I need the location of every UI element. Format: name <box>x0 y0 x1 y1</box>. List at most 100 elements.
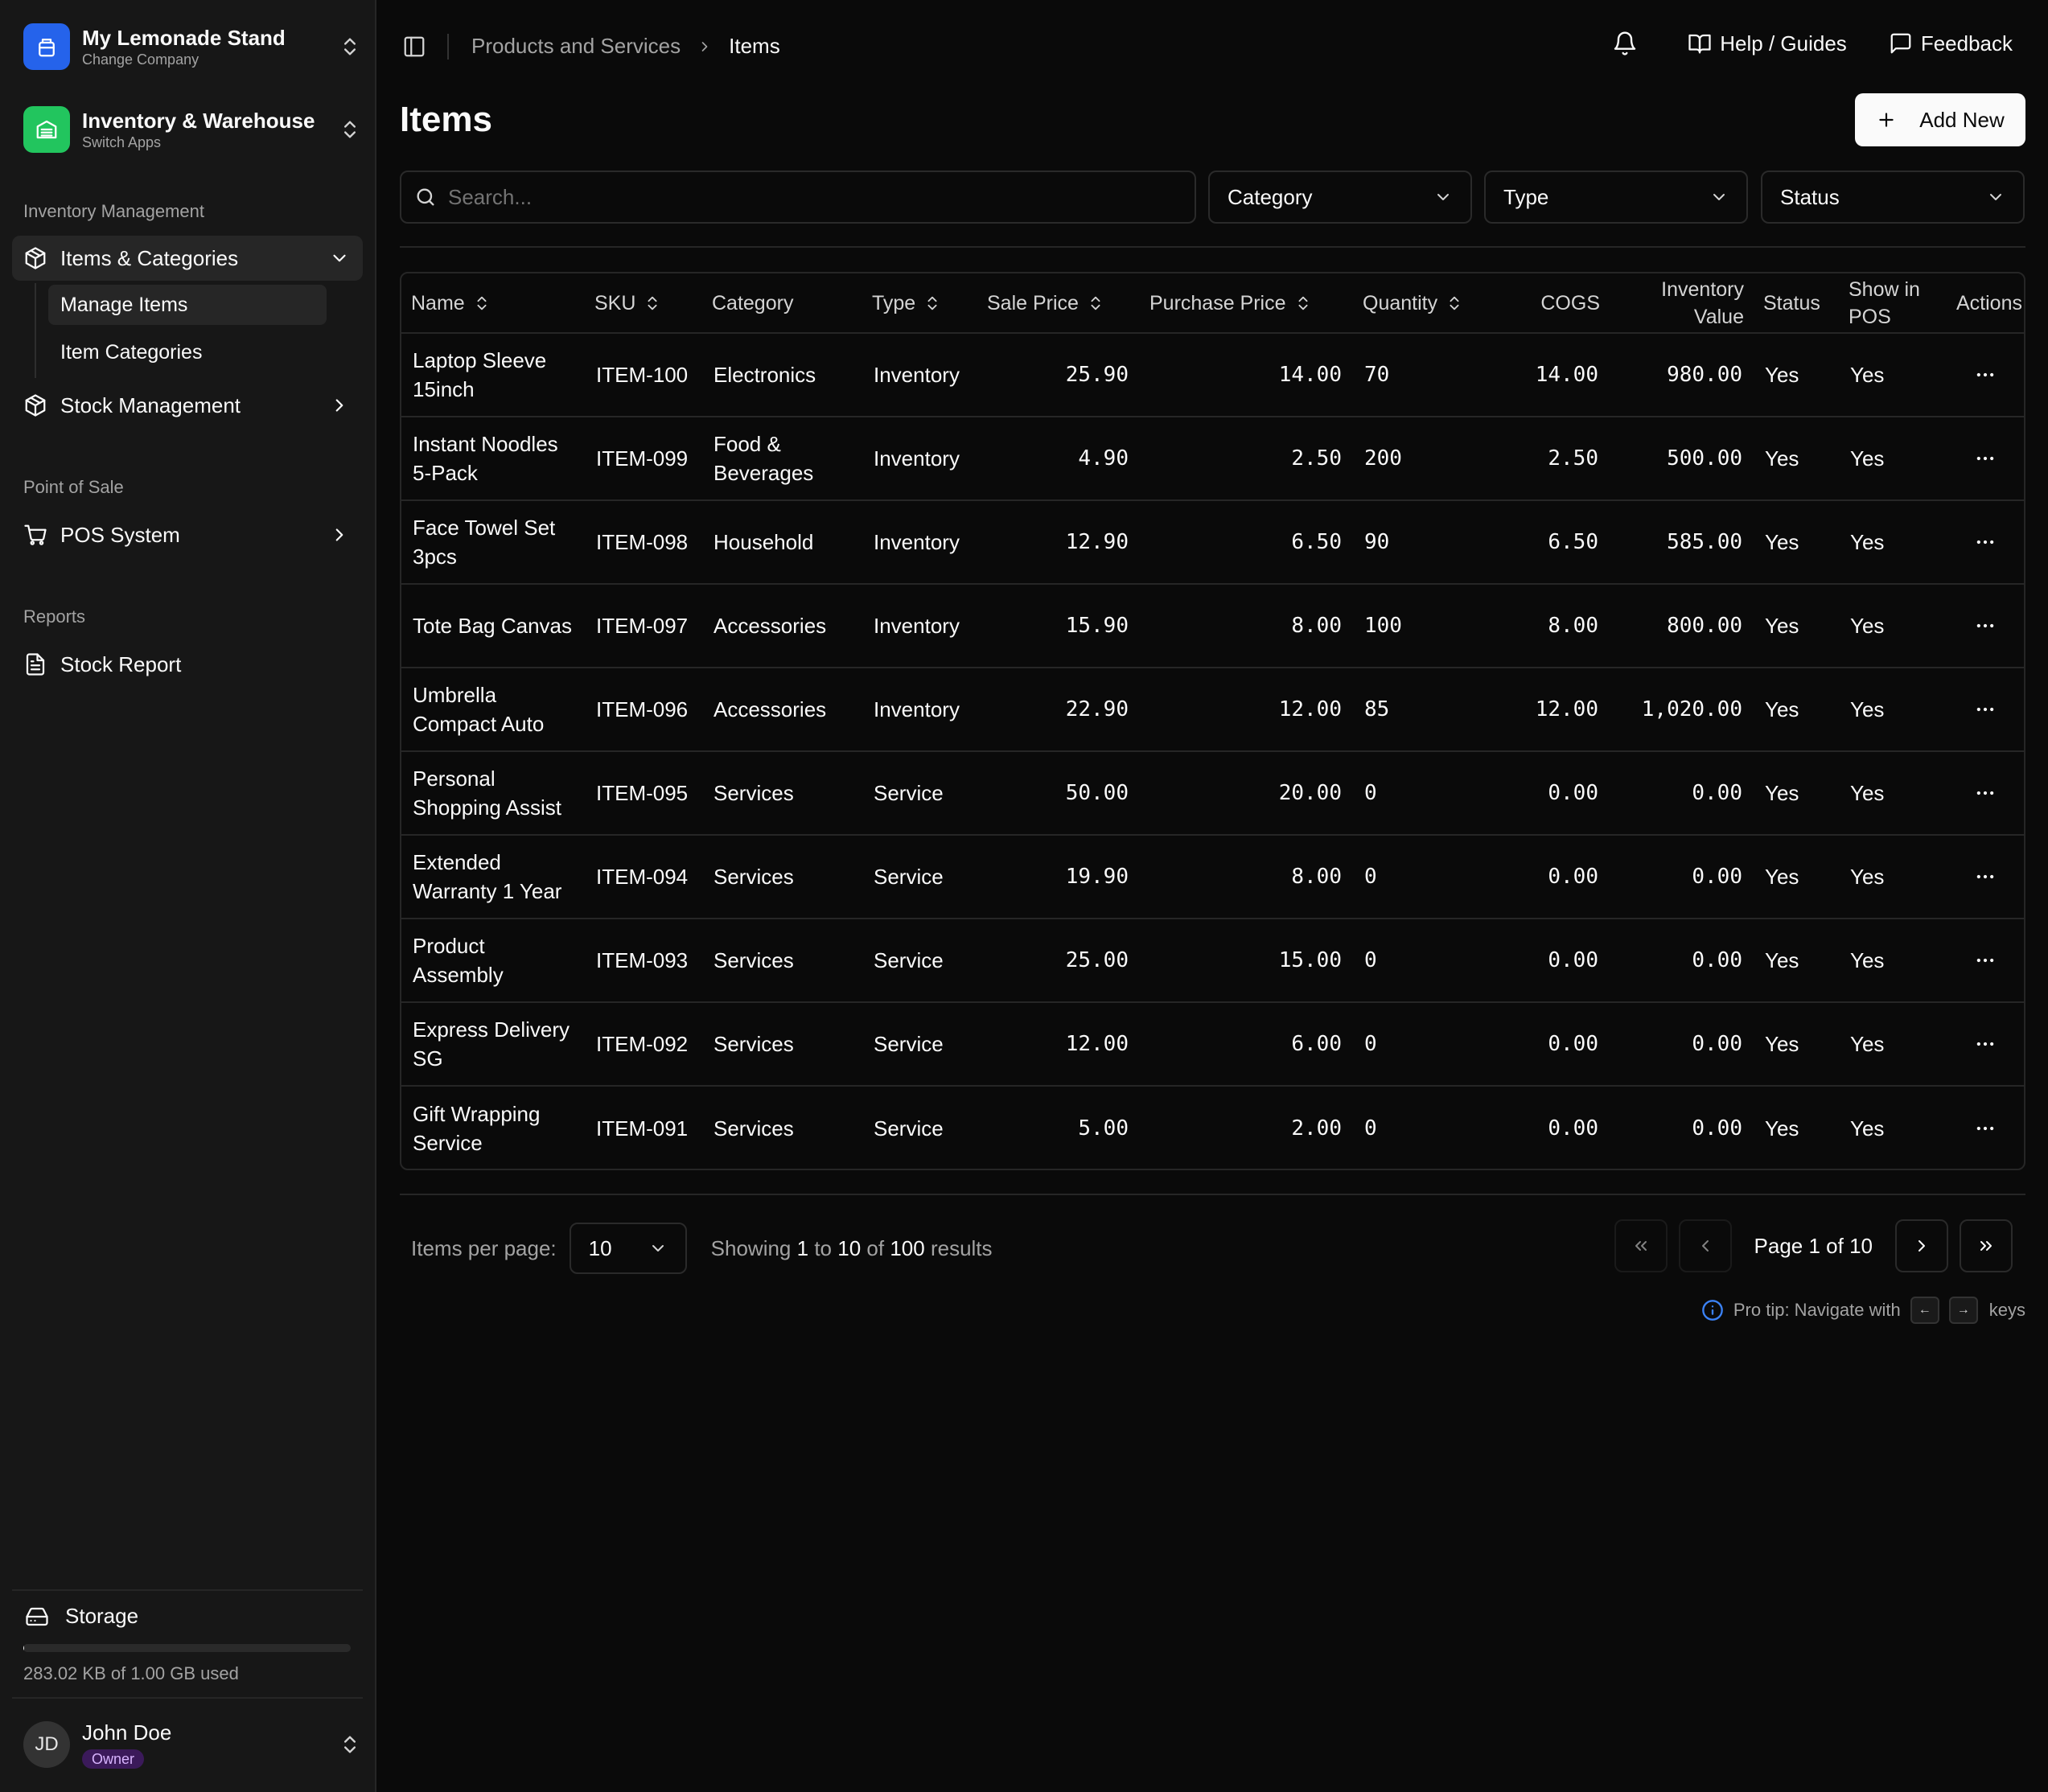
table-row[interactable]: Laptop Sleeve 15inch ITEM-100 Electronics I… <box>401 333 2024 417</box>
sidebar-item-items-categories[interactable]: Items & Categories <box>12 236 363 281</box>
type-filter[interactable]: Type <box>1484 171 1748 224</box>
column-header-purchase-price[interactable]: Purchase Price <box>1140 273 1353 334</box>
row-actions-button[interactable] <box>1958 949 2013 972</box>
sidebar-subitem-manage-items[interactable]: Manage Items <box>48 285 327 325</box>
last-page-button[interactable] <box>1960 1219 2013 1272</box>
cell-quantity: 0 <box>1353 835 1508 919</box>
chevrons-up-down-icon <box>344 1736 356 1753</box>
notifications-button[interactable] <box>1612 31 1646 56</box>
section-label-reports: Reports <box>23 606 86 627</box>
row-actions-button[interactable] <box>1958 531 2013 553</box>
table-row[interactable]: Tote Bag Canvas ITEM-097 Accessories Invent… <box>401 584 2024 668</box>
table-row[interactable]: Extended Warranty 1 Year ITEM-094 Services… <box>401 835 2024 919</box>
column-header-sku[interactable]: SKU <box>585 273 702 334</box>
cell-show-in-pos: Yes <box>1839 835 1947 919</box>
row-actions-button[interactable] <box>1958 1033 2013 1055</box>
sidebar-item-label: Stock Management <box>60 393 241 417</box>
cell-type: Inventory <box>862 584 977 668</box>
showing-to-word: to <box>814 1235 833 1260</box>
cell-sku: ITEM-100 <box>585 333 702 417</box>
cell-purchase-price: 14.00 <box>1140 333 1353 417</box>
items-table: Name SKU Category Type Sale Price Purcha… <box>400 272 2025 1170</box>
chevron-right-icon <box>701 41 708 51</box>
column-header-name[interactable]: Name <box>401 273 585 334</box>
table-row[interactable]: Instant Noodles 5-Pack ITEM-099 Food & Bev… <box>401 417 2024 501</box>
column-header-type[interactable]: Type <box>862 273 977 334</box>
section-label-pos: Point of Sale <box>23 477 124 497</box>
sidebar-item-pos-system[interactable]: POS System <box>12 512 363 557</box>
search-input[interactable] <box>448 184 1172 210</box>
table-row[interactable]: Express Delivery SG ITEM-092 Services Servi… <box>401 1002 2024 1087</box>
row-actions-button[interactable] <box>1958 1117 2013 1140</box>
cell-show-in-pos: Yes <box>1839 919 1947 1003</box>
cell-inventory-value: 800.00 <box>1610 584 1754 668</box>
cell-show-in-pos: Yes <box>1839 1002 1947 1087</box>
app-sub: Switch Apps <box>82 134 162 150</box>
showing-from: 1 <box>796 1235 809 1260</box>
category-filter[interactable]: Category <box>1208 171 1472 224</box>
cell-purchase-price: 8.00 <box>1140 584 1353 668</box>
cell-cogs: 0.00 <box>1508 919 1610 1003</box>
sidebar-item-stock-report[interactable]: Stock Report <box>12 642 363 687</box>
more-horizontal-icon <box>1976 623 1994 628</box>
table-row[interactable]: Gift Wrapping Service ITEM-091 Services Ser… <box>401 1086 2024 1169</box>
feedback-button[interactable]: Feedback <box>1889 31 2013 56</box>
cell-quantity: 85 <box>1353 668 1508 752</box>
row-actions-button[interactable] <box>1958 782 2013 804</box>
previous-page-button[interactable] <box>1678 1219 1732 1272</box>
app-switcher[interactable]: Inventory & Warehouse Switch Apps <box>23 105 361 154</box>
chevron-right-icon <box>335 528 343 541</box>
cart-icon <box>24 524 47 545</box>
cell-sale-price: 19.90 <box>977 835 1140 919</box>
submenu-line <box>35 283 36 378</box>
table-row[interactable]: Personal Shopping Assist ITEM-095 Services… <box>401 751 2024 836</box>
user-menu[interactable]: JD John Doe Owner <box>23 1720 361 1769</box>
cell-type: Service <box>862 751 977 836</box>
box-icon <box>25 247 46 269</box>
showing-total: 100 <box>890 1235 925 1260</box>
cell-cogs: 2.50 <box>1508 417 1610 501</box>
row-actions-button[interactable] <box>1958 614 2013 637</box>
column-header-quantity[interactable]: Quantity <box>1353 273 1508 334</box>
cell-sku: ITEM-096 <box>585 668 702 752</box>
chevron-down-icon <box>652 1245 664 1252</box>
add-new-button[interactable]: Add New <box>1855 93 2025 146</box>
column-header-show-in-pos: Show in POS <box>1839 273 1947 334</box>
status-filter[interactable]: Status <box>1761 171 2025 224</box>
sidebar-item-stock-management[interactable]: Stock Management <box>12 383 363 428</box>
cell-category: Accessories <box>702 668 862 752</box>
sidebar-subitem-item-categories[interactable]: Item Categories <box>48 332 327 372</box>
first-page-button[interactable] <box>1614 1219 1668 1272</box>
cell-status: Yes <box>1754 584 1839 668</box>
row-actions-button[interactable] <box>1958 698 2013 721</box>
table-row[interactable]: Face Towel Set 3pcs ITEM-098 Household Inve… <box>401 500 2024 585</box>
document-icon <box>26 653 45 676</box>
cell-status: Yes <box>1754 1002 1839 1087</box>
more-horizontal-icon <box>1976 540 1994 545</box>
row-actions-button[interactable] <box>1958 865 2013 888</box>
page-indicator: Page 1 of 10 <box>1754 1233 1873 1258</box>
breadcrumb-parent[interactable]: Products and Services <box>471 34 681 59</box>
next-page-button[interactable] <box>1895 1219 1948 1272</box>
column-header-sale-price[interactable]: Sale Price <box>977 273 1140 334</box>
sidebar: My Lemonade Stand Change Company Invento… <box>0 0 376 1792</box>
sidebar-toggle-icon[interactable] <box>402 35 426 59</box>
table-row[interactable]: Umbrella Compact Auto ITEM-096 Accessories… <box>401 668 2024 752</box>
table-row[interactable]: Product Assembly ITEM-093 Services Service 2… <box>401 919 2024 1003</box>
company-switcher[interactable]: My Lemonade Stand Change Company <box>23 22 361 72</box>
row-actions-button[interactable] <box>1958 447 2013 470</box>
row-actions-button[interactable] <box>1958 364 2013 386</box>
cell-show-in-pos: Yes <box>1839 333 1947 417</box>
cell-category: Electronics <box>702 333 862 417</box>
cell-quantity: 70 <box>1353 333 1508 417</box>
chevron-down-icon <box>1713 194 1725 200</box>
per-page-select[interactable]: 10 <box>569 1223 687 1274</box>
cell-quantity: 200 <box>1353 417 1508 501</box>
divider <box>400 1194 2025 1195</box>
cell-sku: ITEM-098 <box>585 500 702 585</box>
help-guides-button[interactable]: Help / Guides <box>1688 31 1847 56</box>
cell-type: Service <box>862 835 977 919</box>
cell-purchase-price: 6.50 <box>1140 500 1353 585</box>
cell-purchase-price: 12.00 <box>1140 668 1353 752</box>
cell-quantity: 0 <box>1353 919 1508 1003</box>
